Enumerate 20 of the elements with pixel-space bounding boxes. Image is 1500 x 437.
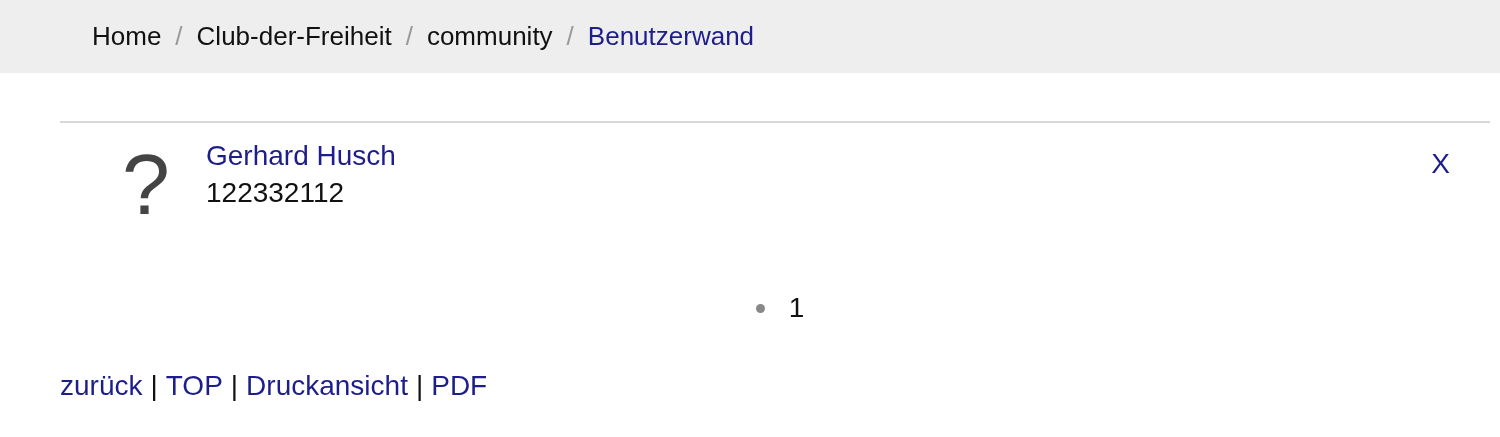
- breadcrumb-link[interactable]: Benutzerwand: [587, 17, 755, 56]
- footer-link[interactable]: PDF: [431, 365, 488, 407]
- breadcrumb-link[interactable]: community: [426, 17, 553, 56]
- footer-link[interactable]: Druckansicht: [246, 365, 408, 407]
- page-number[interactable]: 1: [788, 287, 805, 329]
- footer-link[interactable]: zurück: [60, 365, 143, 407]
- bullet-icon: [755, 303, 765, 313]
- breadcrumb-separator: /: [405, 20, 413, 53]
- unknown-avatar: ?: [121, 141, 171, 227]
- user-name-link[interactable]: Gerhard Husch: [206, 139, 396, 173]
- footer-link[interactable]: TOP: [165, 365, 223, 407]
- breadcrumb-separator: /: [566, 20, 574, 53]
- breadcrumb-separator: /: [175, 20, 183, 53]
- breadcrumb-link[interactable]: Club-der-Freiheit: [196, 17, 392, 56]
- link-separator: |: [150, 369, 158, 403]
- user-number: 122332112: [206, 175, 345, 210]
- breadcrumb-link[interactable]: Home: [92, 17, 162, 56]
- close-link[interactable]: X: [1431, 143, 1450, 185]
- link-separator: |: [230, 369, 239, 403]
- link-separator: |: [415, 369, 424, 403]
